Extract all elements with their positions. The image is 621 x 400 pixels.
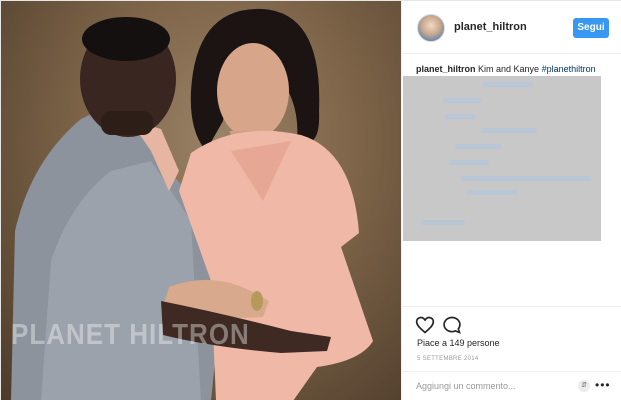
post-caption: planet_hiltron Kim and Kanye #planethilt… [416, 64, 596, 74]
header-username[interactable]: planet_hiltron [454, 21, 527, 33]
post-sidebar: planet_hiltron Segui planet_hiltron Kim … [401, 1, 621, 400]
avatar[interactable] [417, 14, 445, 42]
caption-text: Kim and Kanye [478, 64, 540, 74]
comment-icon[interactable] [442, 315, 462, 335]
post-date: 5 SETTEMBRE 2014 [417, 356, 479, 362]
caption-hashtag[interactable]: #planethiltron [542, 64, 596, 74]
post-photo[interactable]: PLANET HILTRON [1, 1, 401, 400]
post-actions: Piace a 149 persone 5 SETTEMBRE 2014 [402, 306, 621, 371]
heart-icon[interactable] [415, 315, 435, 335]
more-options-icon[interactable]: ••• [595, 378, 611, 392]
caption-username[interactable]: planet_hiltron [416, 64, 476, 74]
photo-watermark: PLANET HILTRON [11, 317, 250, 351]
follow-button[interactable]: Segui [573, 18, 609, 38]
likes-count[interactable]: Piace a 149 persone [417, 338, 500, 348]
post-header: planet_hiltron Segui [402, 1, 621, 54]
sort-icon[interactable]: ⇵ [578, 380, 590, 392]
comment-input[interactable]: Aggiungi un commento... [416, 381, 516, 391]
add-comment-bar: Aggiungi un commento... ⇵ ••• [402, 371, 621, 400]
instagram-post: PLANET HILTRON planet_hiltron Segui plan… [0, 0, 621, 400]
redacted-comments [403, 76, 601, 241]
